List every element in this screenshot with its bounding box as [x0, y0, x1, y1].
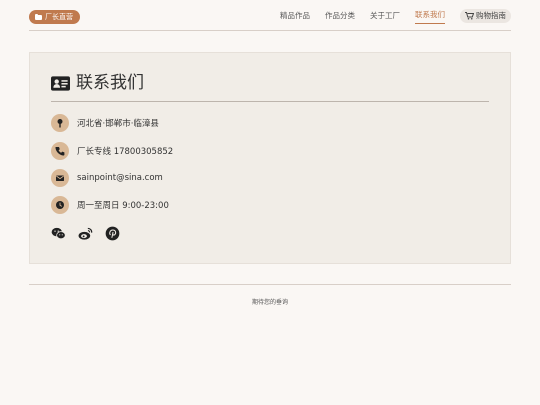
weibo-icon[interactable]	[78, 226, 93, 241]
nav-item-categories[interactable]: 作品分类	[325, 9, 355, 24]
hours-row: 周一至周日 9:00-23:00	[51, 196, 169, 214]
hours-text: 周一至周日 9:00-23:00	[77, 201, 169, 211]
cart-guide-button[interactable]: 购物指南	[460, 9, 511, 23]
pinterest-icon[interactable]	[105, 226, 120, 241]
cart-icon	[465, 12, 474, 20]
nav-item-works[interactable]: 精品作品	[280, 9, 310, 24]
phone-text[interactable]: 厂长专线 17800305852	[77, 145, 173, 157]
id-card-icon	[51, 76, 70, 91]
clock-icon	[51, 196, 69, 214]
phone-row: 厂长专线 17800305852	[51, 142, 173, 160]
footer-text: 期待您的垂询	[251, 299, 288, 306]
brand-label: 厂长直营	[45, 13, 73, 21]
page-title: 联系我们	[76, 73, 144, 93]
contact-card: 联系我们 河北省·邯郸市·临漳县 厂长专线 17800305852 sainpo…	[29, 52, 511, 264]
address-text: 河北省·邯郸市·临漳县	[77, 119, 159, 129]
site-header: 厂长直营 精品作品 作品分类 关于工厂 联系我们 购物指南	[29, 0, 511, 31]
map-pin-icon	[51, 114, 69, 132]
folder-icon	[35, 13, 42, 20]
main-nav: 精品作品 作品分类 关于工厂 联系我们 购物指南	[265, 8, 511, 24]
email-row: sainpoint@sina.com	[51, 169, 163, 187]
brand-badge[interactable]: 厂长直营	[29, 10, 80, 24]
social-links	[51, 226, 120, 241]
phone-icon	[51, 142, 69, 160]
nav-item-contact[interactable]: 联系我们	[415, 8, 445, 24]
footer-divider	[29, 284, 511, 285]
envelope-icon	[51, 169, 69, 187]
nav-item-about[interactable]: 关于工厂	[370, 9, 400, 24]
wechat-icon[interactable]	[51, 226, 66, 241]
address-row: 河北省·邯郸市·临漳县	[51, 114, 159, 132]
cart-label: 购物指南	[476, 11, 506, 20]
email-text[interactable]: sainpoint@sina.com	[77, 173, 163, 183]
contact-title-row: 联系我们	[51, 73, 489, 102]
